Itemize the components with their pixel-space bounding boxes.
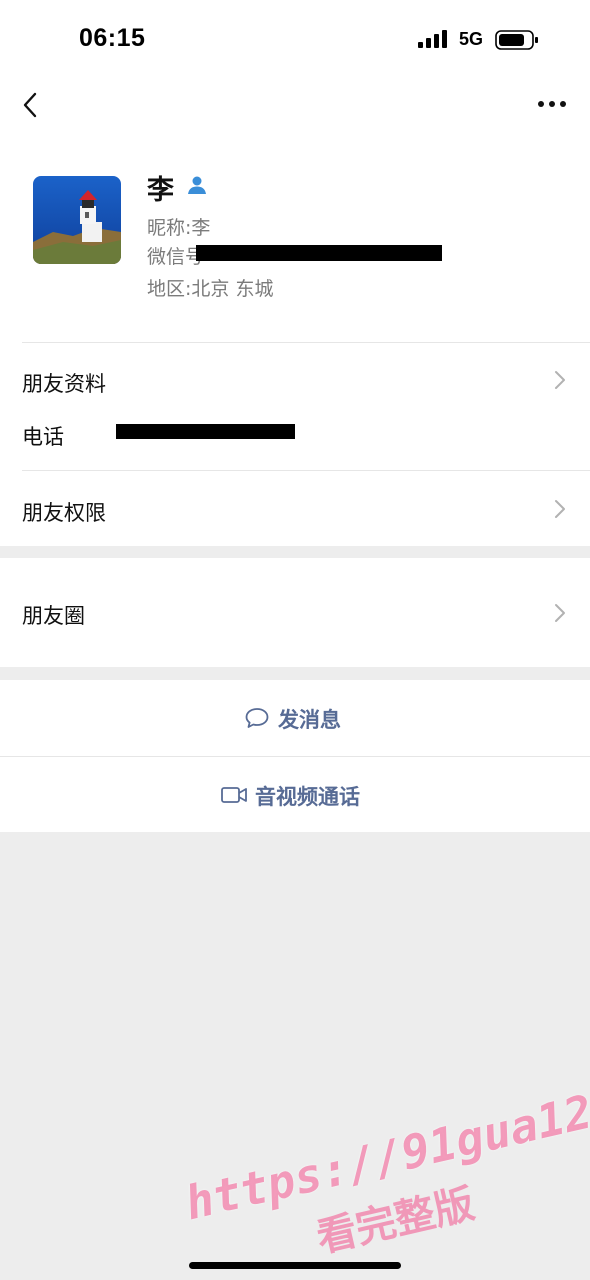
friend-permissions-label: 朋友权限 (22, 501, 106, 525)
person-icon (188, 176, 206, 194)
phone-label: 电话 (22, 425, 64, 449)
chevron-right-icon (555, 371, 565, 389)
status-bar: 06:15 5G (0, 0, 590, 76)
moments-row[interactable]: 朋友圈 (0, 558, 590, 667)
friend-info-label: 朋友资料 (22, 372, 106, 396)
watermark: https://91gua12.com 看完整版 (160, 996, 590, 1266)
redaction-bar (196, 245, 442, 261)
video-call-label: 音视频通话 (255, 785, 360, 809)
more-dots-icon[interactable] (535, 94, 569, 114)
friend-info-row[interactable]: 朋友资料 (0, 342, 590, 418)
send-message-button[interactable]: 发消息 (0, 680, 590, 756)
actions-section: 发消息 音视频通话 (0, 680, 590, 832)
chevron-right-icon (555, 604, 565, 622)
nickname-line: 昵称:李 (147, 217, 211, 239)
chevron-right-icon (555, 500, 565, 518)
chevron-left-icon[interactable] (18, 90, 42, 120)
chat-bubble-icon (245, 708, 269, 728)
home-indicator[interactable] (189, 1262, 401, 1269)
cellular-signal-icon (418, 30, 447, 48)
watermark-url: https://91gua12.com (180, 1059, 590, 1231)
video-call-button[interactable]: 音视频通话 (0, 757, 590, 833)
status-time: 06:15 (79, 24, 146, 52)
contact-name: 李 (147, 175, 174, 206)
nav-bar (0, 76, 590, 136)
phone-row[interactable]: 电话 (0, 418, 590, 470)
moments-label: 朋友圈 (22, 604, 85, 628)
lighthouse-photo (33, 176, 121, 264)
contact-details-section: 朋友资料 电话 朋友权限 (0, 342, 590, 546)
avatar[interactable] (33, 176, 121, 264)
friend-permissions-row[interactable]: 朋友权限 (0, 471, 590, 546)
video-camera-icon (221, 787, 247, 803)
redaction-bar (116, 424, 295, 439)
send-message-label: 发消息 (278, 708, 341, 732)
moments-section: 朋友圈 (0, 558, 590, 667)
battery-icon (495, 30, 538, 50)
network-type: 5G (459, 29, 484, 49)
profile-header: 李 昵称:李 微信号 地区:北京 东城 (0, 136, 590, 342)
watermark-subtitle: 看完整版 (312, 1180, 479, 1262)
region-line: 地区:北京 东城 (147, 278, 274, 300)
